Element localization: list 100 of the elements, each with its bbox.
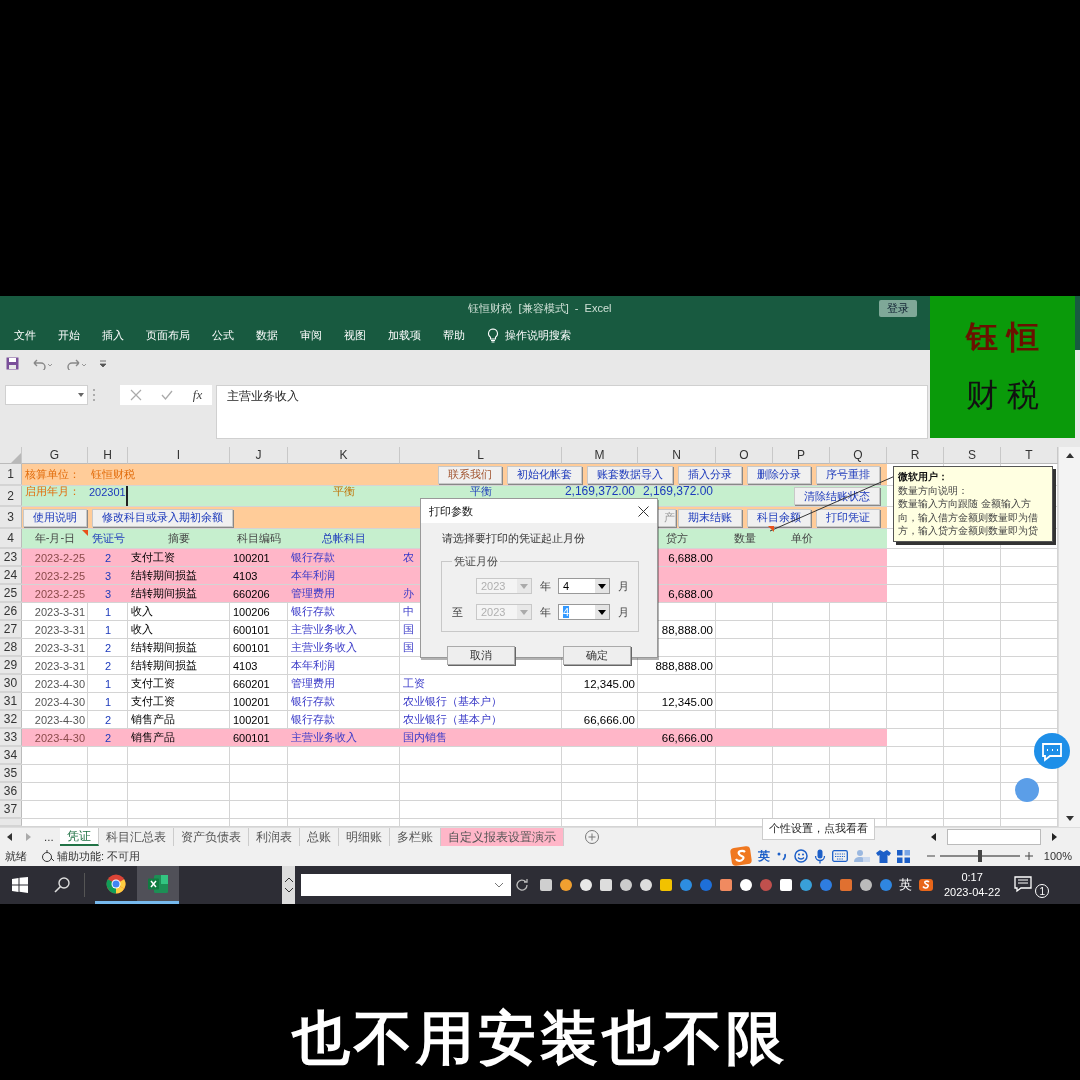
formula-field[interactable]: 主营业务收入 — [216, 385, 928, 440]
sheet-cell-text: 结转期间损益 — [130, 568, 198, 583]
redo-icon[interactable] — [65, 357, 87, 370]
group-label: 凭证月份 — [453, 554, 499, 569]
vertical-scrollbar[interactable] — [1058, 447, 1080, 827]
tray-icon[interactable] — [639, 878, 653, 892]
zoom-thumb[interactable] — [977, 850, 982, 862]
sheet-cell-text: 支付工资 — [130, 694, 176, 709]
sheet-cell-text: 2023-4-30 — [33, 713, 86, 726]
save-icon[interactable] — [6, 357, 19, 371]
input-method-logo-icon[interactable] — [729, 846, 752, 866]
zoom-level[interactable]: 100% — [1043, 850, 1072, 862]
grid-icon[interactable] — [896, 849, 910, 863]
tray-icon[interactable] — [579, 878, 593, 892]
accessibility-icon[interactable] — [41, 849, 55, 863]
toolbar-scroller[interactable] — [282, 866, 295, 904]
column-title: 总帐科目 — [321, 531, 367, 546]
chevron-down-icon[interactable] — [495, 882, 503, 888]
notification-icon[interactable] — [1014, 875, 1035, 895]
sheet-cell-text: 主营业务收入 — [290, 622, 358, 637]
comment-heading: 数量方向说明： — [898, 483, 969, 497]
checkmark-icon[interactable] — [161, 389, 174, 402]
menu-tab[interactable]: 数据 — [256, 328, 278, 344]
punctuation-icon[interactable] — [775, 850, 788, 862]
sheet-cell-text: 2 — [103, 551, 113, 564]
chat-bubble-icon[interactable] — [1034, 733, 1070, 769]
row-number: 31 — [0, 693, 22, 710]
sheet-button[interactable]: 清除结账状态 — [794, 487, 880, 505]
zoom-in-icon[interactable] — [1023, 851, 1034, 861]
sheet-tab[interactable]: 凭证 — [59, 828, 99, 846]
tray-icon[interactable] — [619, 878, 633, 892]
spreadsheet-taskbar-button[interactable] — [137, 866, 179, 904]
dialog-button[interactable]: 确定 — [563, 646, 631, 665]
more-sheets-button[interactable]: ... — [44, 831, 54, 843]
search-icon[interactable] — [54, 877, 70, 893]
floating-circle-icon[interactable] — [1015, 778, 1039, 802]
keyboard-icon[interactable] — [831, 850, 848, 862]
sheet-cell-text: 银行存款 — [290, 712, 336, 727]
input-language[interactable]: 英 — [899, 876, 912, 894]
menu-tab[interactable]: 页面布局 — [146, 328, 190, 344]
caret-icon — [517, 579, 531, 593]
chevron-down-icon[interactable] — [284, 888, 293, 893]
clock-time[interactable]: 0:17 — [944, 869, 1001, 885]
sheet-cell-text: 农业银行（基本户） — [402, 712, 503, 727]
tray-icon[interactable] — [739, 878, 753, 892]
tray-icon[interactable] — [859, 878, 873, 892]
sheet-cell-text: 2023-2-25 — [33, 569, 86, 582]
refresh-icon[interactable] — [515, 878, 529, 892]
input-method-logo-icon[interactable] — [918, 878, 934, 892]
menu-tab[interactable]: 审阅 — [300, 328, 322, 344]
tray-icon[interactable] — [539, 878, 553, 892]
browser-icon — [106, 873, 126, 894]
scroll-thumb[interactable] — [947, 829, 1041, 845]
sheet-cell-text: 银行存款 — [290, 604, 336, 619]
sheet-cell-text: 管理费用 — [290, 676, 336, 691]
sheet-tab[interactable]: 自定义报表设置演示 — [440, 828, 564, 846]
row-number: 35 — [0, 765, 22, 782]
chevron-up-icon[interactable] — [284, 877, 293, 882]
tell-me-search[interactable]: 操作说明搜索 — [505, 328, 571, 344]
dialog-button[interactable]: 取消 — [447, 646, 515, 665]
menu-tab[interactable]: 开始 — [58, 328, 80, 344]
spreadsheet-icon — [148, 874, 168, 893]
login-button[interactable]: 登录 — [879, 300, 917, 318]
sheet-cell-text: 1 — [103, 695, 113, 708]
sheet-cell-text: 主营业务收入 — [290, 730, 358, 745]
row-number: 32 — [0, 711, 22, 728]
undo-icon[interactable] — [31, 357, 53, 370]
sheet-cell-text: 600101 — [232, 641, 271, 654]
tray-icon[interactable] — [659, 878, 673, 892]
tray-icon[interactable] — [559, 878, 573, 892]
customize-caret-icon[interactable] — [99, 359, 107, 368]
menu-tab[interactable]: 插入 — [102, 328, 124, 344]
company-name: 钰恒财税 — [90, 467, 136, 482]
address-field[interactable] — [301, 874, 511, 896]
windows-start-icon[interactable] — [12, 877, 28, 893]
sheet-cell-text: 660201 — [232, 677, 271, 690]
sheet-cell-text: 2023-3-31 — [33, 659, 86, 672]
input-mode[interactable]: 英 — [757, 847, 770, 865]
balance-status: 平衡 — [332, 486, 356, 497]
tray-icon[interactable] — [719, 878, 733, 892]
close-icon[interactable] — [638, 505, 649, 517]
tray-icon[interactable] — [779, 878, 793, 892]
add-sheet-icon[interactable] — [583, 829, 600, 845]
sheet-cell-text: 管理费用 — [290, 586, 336, 601]
clock-date[interactable]: 2023-04-22 — [944, 885, 1001, 901]
shirt-icon[interactable] — [875, 849, 891, 863]
month-dropdown[interactable]: 4 — [558, 578, 610, 594]
menu-tab[interactable]: 帮助 — [443, 328, 465, 344]
microphone-icon[interactable] — [813, 848, 826, 864]
menu-tab[interactable]: 文件 — [14, 328, 36, 344]
accessibility-status[interactable]: 辅助功能: 不可用 — [57, 848, 141, 864]
status-text: 就绪 — [5, 848, 27, 864]
menu-tab[interactable]: 加载项 — [388, 328, 421, 344]
tray-icon[interactable] — [599, 878, 613, 892]
cell-label: 核算单位： — [24, 467, 81, 482]
menu-tab[interactable]: 视图 — [344, 328, 366, 344]
window-title: 钰恒财税 [兼容模式] - Excel — [468, 301, 612, 317]
menu-tab[interactable]: 公式 — [212, 328, 234, 344]
smiley-icon[interactable] — [793, 849, 808, 863]
insert-function-button[interactable]: fx — [192, 387, 203, 404]
